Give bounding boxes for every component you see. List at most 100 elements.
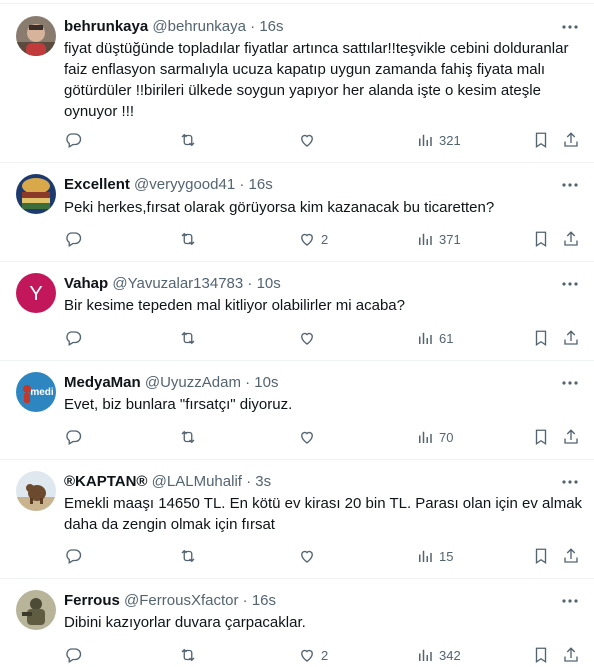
bookmark-button[interactable] <box>532 326 550 350</box>
author-handle[interactable]: @UyuzzAdam <box>145 374 241 391</box>
more-icon[interactable] <box>560 472 580 492</box>
retweet-icon <box>179 329 197 347</box>
separator-dot: · <box>246 473 252 490</box>
retweet-icon <box>179 428 197 446</box>
tweet-header: ®KAPTAN® @LALMuhalif · 3s <box>64 472 578 492</box>
timestamp[interactable]: 16s <box>259 18 283 35</box>
separator-dot: · <box>239 176 245 193</box>
author-name[interactable]: ®KAPTAN® <box>64 473 148 490</box>
author-name[interactable]: behrunkaya <box>64 18 148 35</box>
retweet-button[interactable] <box>179 326 202 350</box>
bookmark-icon <box>532 547 550 565</box>
tweet-header: behrunkaya @behrunkaya · 16s <box>64 17 578 37</box>
share-button[interactable] <box>562 128 580 152</box>
avatar[interactable]: Y <box>16 273 56 313</box>
tweet-actions: 2 371 <box>54 227 588 251</box>
author-name[interactable]: Vahap <box>64 275 108 292</box>
retweet-button[interactable] <box>179 425 202 449</box>
tweet-text: Bir kesime tepeden mal kitliyor olabilir… <box>64 297 405 314</box>
views-count: 342 <box>439 647 461 663</box>
like-count: 2 <box>321 231 329 247</box>
retweet-button[interactable] <box>179 643 202 667</box>
more-icon[interactable] <box>560 373 580 393</box>
share-button[interactable] <box>562 425 580 449</box>
like-button[interactable] <box>298 544 321 568</box>
author-handle[interactable]: @veryygood41 <box>134 176 235 193</box>
reply-button[interactable] <box>64 425 87 449</box>
like-button[interactable]: 2 <box>298 643 328 667</box>
share-button[interactable] <box>562 326 580 350</box>
views-icon <box>416 646 434 664</box>
avatar[interactable]: medi <box>16 372 56 412</box>
views-icon <box>416 131 434 149</box>
tweet-item[interactable]: medi MedyaMan @UyuzzAdam · 10s Evet, biz… <box>0 361 594 460</box>
bookmark-button[interactable] <box>532 544 550 568</box>
tweet-header: MedyaMan @UyuzzAdam · 10s <box>64 373 578 393</box>
reply-button[interactable] <box>64 128 87 152</box>
like-icon <box>298 547 316 565</box>
tweet-item[interactable]: Excellent @veryygood41 · 16s Peki herkes… <box>0 163 594 262</box>
tweet-text: Evet, biz bunlara "fırsatçı" diyoruz. <box>64 396 293 413</box>
views-count: 321 <box>439 132 461 148</box>
share-button[interactable] <box>562 544 580 568</box>
timestamp[interactable]: 3s <box>255 473 271 490</box>
share-icon <box>562 329 580 347</box>
like-button[interactable]: 2 <box>298 227 328 251</box>
like-button[interactable] <box>298 326 321 350</box>
more-icon[interactable] <box>560 274 580 294</box>
reply-button[interactable] <box>64 227 87 251</box>
timestamp[interactable]: 10s <box>257 275 281 292</box>
avatar[interactable] <box>16 590 56 630</box>
timestamp[interactable]: 16s <box>252 592 276 609</box>
avatar[interactable] <box>16 16 56 56</box>
tweet-item[interactable]: behrunkaya @behrunkaya · 16s fiyat düştü… <box>0 4 594 163</box>
views-button[interactable]: 342 <box>416 643 461 667</box>
retweet-button[interactable] <box>179 227 202 251</box>
reply-icon <box>64 428 82 446</box>
timestamp[interactable]: 10s <box>254 374 278 391</box>
tweet-actions: 61 <box>54 326 588 350</box>
views-button[interactable]: 61 <box>416 326 453 350</box>
retweet-button[interactable] <box>179 544 202 568</box>
avatar[interactable] <box>16 471 56 511</box>
tweet-item[interactable]: ®KAPTAN® @LALMuhalif · 3s Emekli maaşı 1… <box>0 460 594 579</box>
author-handle[interactable]: @Yavuzalar134783 <box>112 275 243 292</box>
views-button[interactable]: 371 <box>416 227 461 251</box>
bookmark-button[interactable] <box>532 643 550 667</box>
views-icon <box>416 428 434 446</box>
tweet-item[interactable]: Ferrous @FerrousXfactor · 16s Dibini kaz… <box>0 579 594 664</box>
share-button[interactable] <box>562 643 580 667</box>
reply-icon <box>64 646 82 664</box>
author-handle[interactable]: @FerrousXfactor <box>124 592 238 609</box>
views-button[interactable]: 321 <box>416 128 461 152</box>
views-count: 15 <box>439 548 454 564</box>
like-button[interactable] <box>298 425 321 449</box>
more-icon[interactable] <box>560 17 580 37</box>
like-icon <box>298 428 316 446</box>
like-button[interactable] <box>298 128 321 152</box>
share-button[interactable] <box>562 227 580 251</box>
author-name[interactable]: MedyaMan <box>64 374 141 391</box>
bookmark-button[interactable] <box>532 227 550 251</box>
author-handle[interactable]: @LALMuhalif <box>152 473 242 490</box>
reply-button[interactable] <box>64 544 87 568</box>
retweet-button[interactable] <box>179 128 202 152</box>
reply-icon <box>64 329 82 347</box>
reply-button[interactable] <box>64 643 87 667</box>
views-button[interactable]: 15 <box>416 544 453 568</box>
reply-button[interactable] <box>64 326 87 350</box>
tweet-item[interactable]: Y Vahap @Yavuzalar134783 · 10s Bir kesim… <box>0 262 594 361</box>
bookmark-button[interactable] <box>532 128 550 152</box>
tweet-text: Emekli maaşı 14650 TL. En kötü ev kirası… <box>64 495 587 533</box>
author-handle[interactable]: @behrunkaya <box>152 18 246 35</box>
timestamp[interactable]: 16s <box>249 176 273 193</box>
views-button[interactable]: 70 <box>416 425 453 449</box>
author-name[interactable]: Excellent <box>64 176 130 193</box>
bookmark-button[interactable] <box>532 425 550 449</box>
more-icon[interactable] <box>560 591 580 611</box>
more-icon[interactable] <box>560 175 580 195</box>
tweet-text: fiyat düştüğünde topladılar fiyatlar art… <box>64 40 573 120</box>
share-icon <box>562 230 580 248</box>
avatar[interactable] <box>16 174 56 214</box>
author-name[interactable]: Ferrous <box>64 592 120 609</box>
